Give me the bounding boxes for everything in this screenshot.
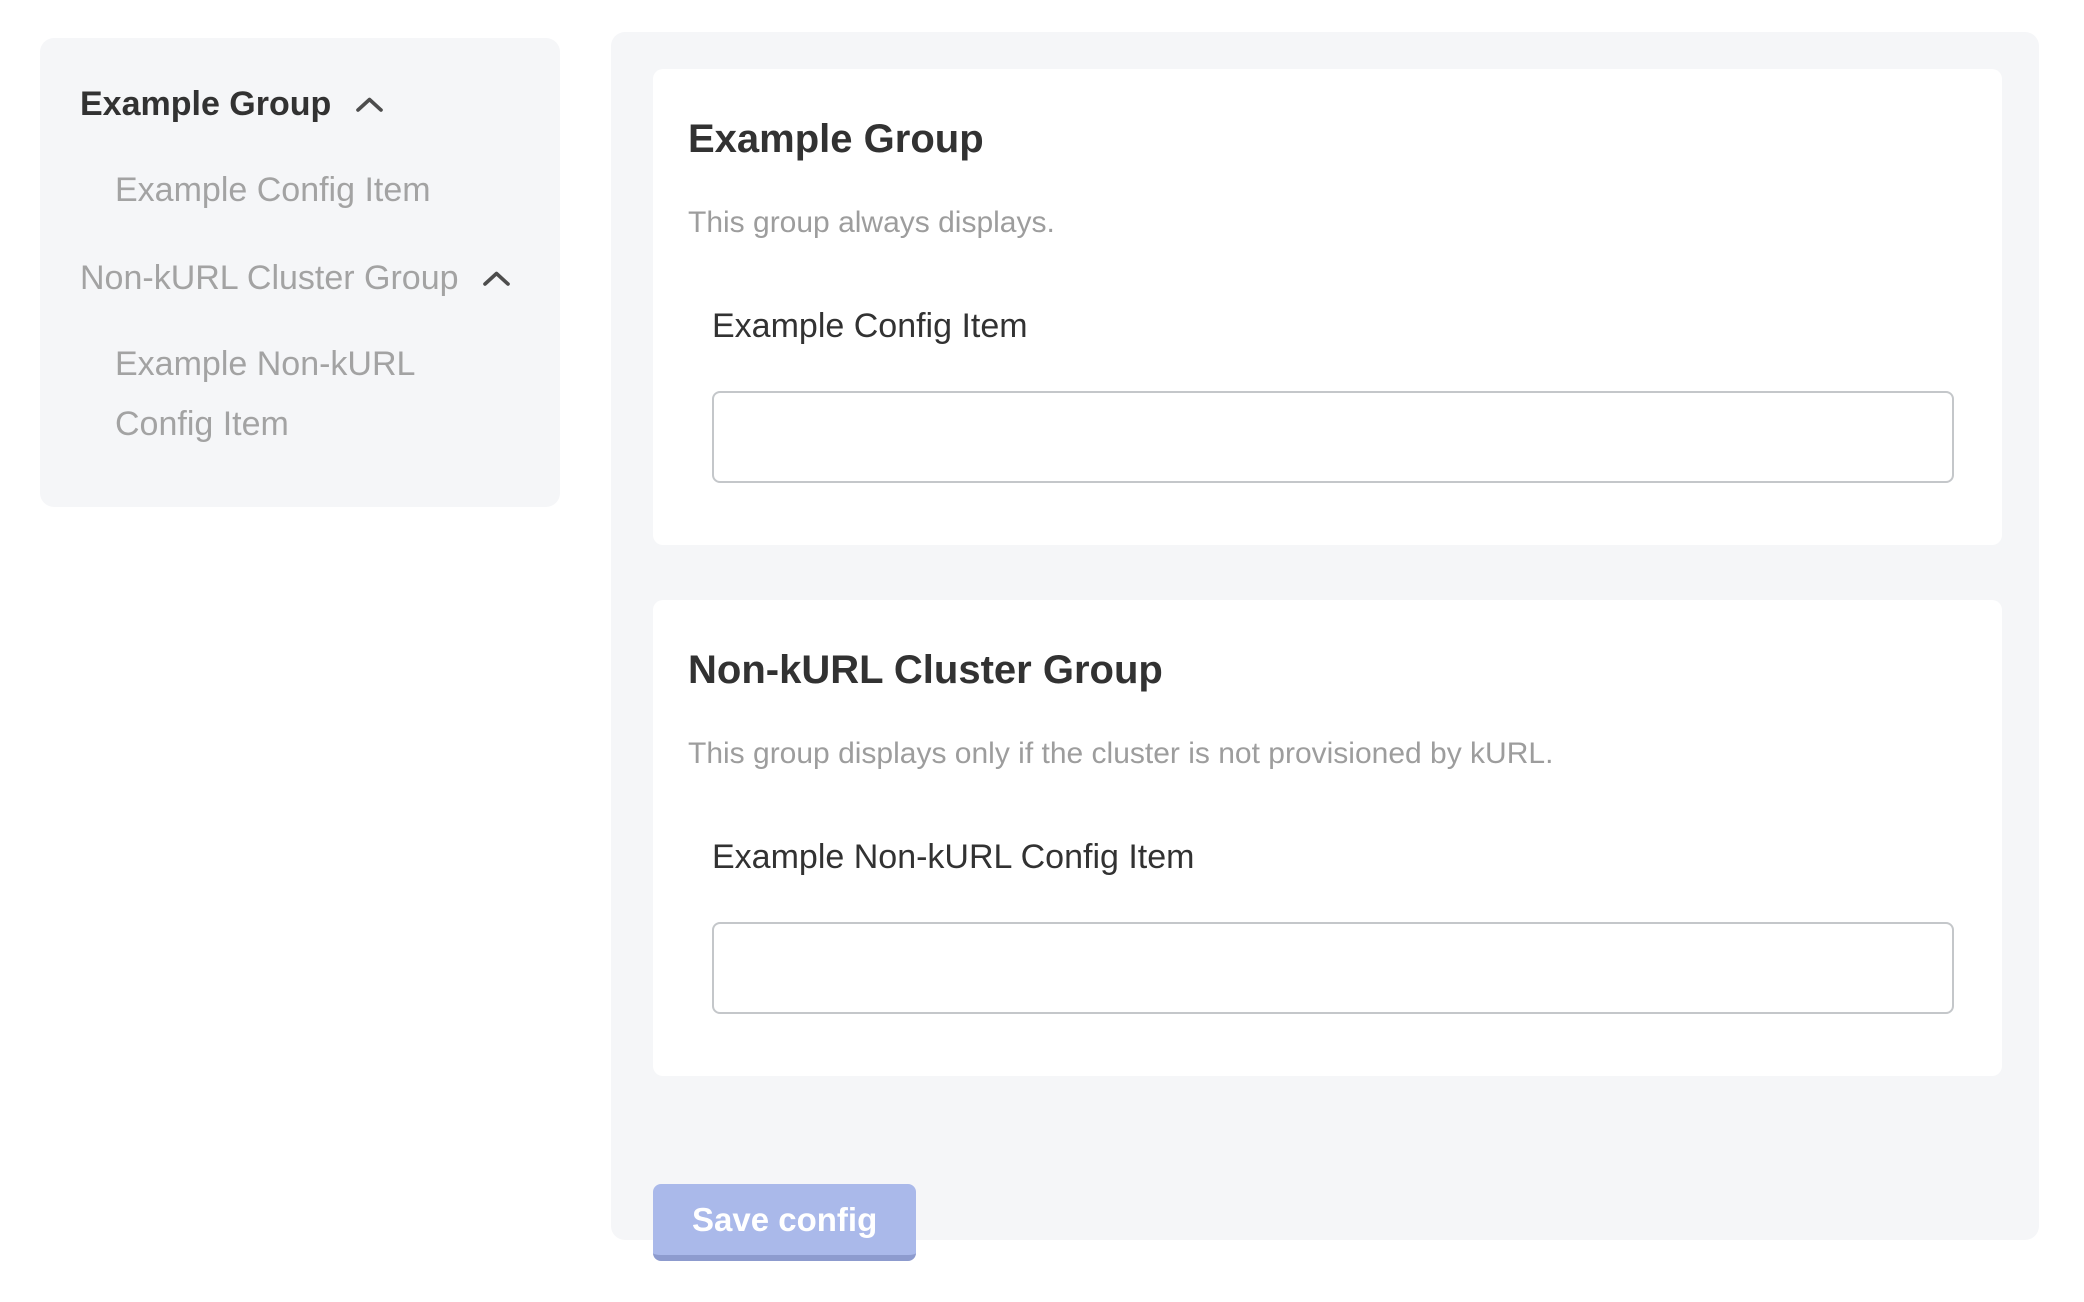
config-sidebar: Example Group Example Config Item Non-kU… — [40, 38, 560, 507]
config-main-panel: Example Group This group always displays… — [611, 32, 2039, 1240]
config-group-card-non-kurl: Non-kURL Cluster Group This group displa… — [653, 600, 2002, 1076]
chevron-up-icon[interactable] — [482, 246, 511, 306]
config-item: Example Non-kURL Config Item — [712, 837, 1954, 1014]
config-item-text-input[interactable] — [712, 922, 1954, 1014]
config-item-label: Example Config Item — [712, 306, 1954, 347]
config-item-text-input[interactable] — [712, 391, 1954, 483]
config-item: Example Config Item — [712, 306, 1954, 483]
sidebar-item-example-config-item[interactable]: Example Config Item — [115, 160, 520, 220]
group-description: This group displays only if the cluster … — [688, 734, 1962, 773]
sidebar-item-example-non-kurl-config-item[interactable]: Example Non-kURL Config Item — [115, 334, 520, 454]
sidebar-group-non-kurl[interactable]: Non-kURL Cluster Group — [80, 246, 520, 308]
group-title: Example Group — [688, 115, 1962, 163]
sidebar-group-non-kurl-label: Non-kURL Cluster Group — [80, 259, 459, 297]
sidebar-group-example-label: Example Group — [80, 85, 331, 123]
config-page: Example Group Example Config Item Non-kU… — [0, 0, 2084, 1302]
save-config-button[interactable]: Save config — [653, 1184, 916, 1261]
config-group-card-example: Example Group This group always displays… — [653, 69, 2002, 545]
group-description: This group always displays. — [688, 203, 1962, 242]
sidebar-group-example[interactable]: Example Group — [80, 72, 520, 134]
chevron-up-icon[interactable] — [355, 72, 384, 132]
config-item-label: Example Non-kURL Config Item — [712, 837, 1954, 878]
group-title: Non-kURL Cluster Group — [688, 646, 1962, 694]
